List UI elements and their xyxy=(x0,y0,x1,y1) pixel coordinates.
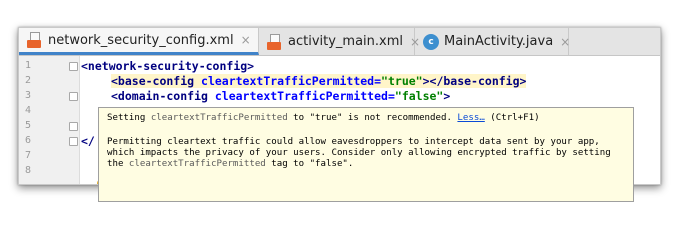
line-number: 7 xyxy=(25,150,32,161)
editor-tab-bar: network_security_config.xml × activity_m… xyxy=(19,28,660,56)
xml-attribute: cleartextTrafficPermitted xyxy=(201,74,375,88)
xml-tag: <network-security-config> xyxy=(81,59,255,73)
line-number: 1 xyxy=(25,60,32,71)
shortcut-hint: (Ctrl+F1) xyxy=(484,113,540,123)
java-class-icon: c xyxy=(423,33,439,50)
tooltip-code: cleartextTrafficPermitted xyxy=(150,113,288,123)
xml-equals: = xyxy=(374,74,382,88)
line-number: 4 xyxy=(25,105,32,116)
tooltip-paragraph-line: the cleartextTrafficPermitted tag to "fa… xyxy=(107,159,353,169)
xml-tag: <domain-config xyxy=(111,89,215,103)
tooltip-text: to "true" is not recommended. xyxy=(287,113,458,123)
xml-value: "true" xyxy=(381,74,423,88)
xml-file-icon xyxy=(267,33,283,50)
xml-equals: = xyxy=(387,89,395,103)
xml-attribute: cleartextTrafficPermitted xyxy=(214,89,388,103)
tab-label: MainActivity.java xyxy=(444,34,554,49)
code-line-3: <domain-config cleartextTrafficPermitted… xyxy=(111,89,450,103)
line-number: 8 xyxy=(25,165,32,176)
close-icon[interactable]: × xyxy=(241,33,251,47)
code-line-1: <network-security-config> xyxy=(81,59,254,73)
tab-network-security-config[interactable]: network_security_config.xml × xyxy=(19,28,259,55)
fold-icon[interactable] xyxy=(69,137,78,146)
tab-label: network_security_config.xml xyxy=(48,32,234,48)
line-number: 5 xyxy=(25,120,32,131)
xml-value: "false" xyxy=(394,89,444,103)
fold-icon[interactable] xyxy=(69,92,78,101)
less-link[interactable]: Less… xyxy=(457,113,484,123)
xml-tag: > xyxy=(443,89,451,103)
line-number-gutter: 1 2 3 4 5 6 7 8 xyxy=(19,56,80,184)
line-number: 3 xyxy=(25,90,32,101)
xml-file-icon xyxy=(27,32,43,48)
close-icon[interactable]: × xyxy=(560,35,570,49)
xml-tag: </ xyxy=(81,134,95,148)
tab-main-activity[interactable]: c MainActivity.java × xyxy=(415,28,570,55)
code-line-2: <base-config cleartextTrafficPermitted="… xyxy=(111,74,527,88)
tooltip-paragraph-line: Permitting cleartext traffic could allow… xyxy=(107,137,600,147)
tab-activity-main[interactable]: activity_main.xml × xyxy=(259,28,420,55)
tooltip-text: the xyxy=(107,159,129,169)
line-number: 6 xyxy=(25,135,32,146)
tab-label: activity_main.xml xyxy=(288,34,404,49)
tooltip-paragraph-line: which impacts the privacy of your users.… xyxy=(107,148,611,158)
code-line-6: </ xyxy=(81,134,95,148)
xml-tag: ></base-config> xyxy=(422,74,527,88)
lint-warning-tooltip: Setting cleartextTrafficPermitted to "tr… xyxy=(98,107,634,202)
line-number: 2 xyxy=(25,75,32,86)
tooltip-code: cleartextTrafficPermitted xyxy=(128,159,266,169)
tooltip-summary: Setting cleartextTrafficPermitted to "tr… xyxy=(107,113,540,123)
tooltip-text: Setting xyxy=(107,113,151,123)
fold-icon[interactable] xyxy=(69,62,78,71)
fold-icon[interactable] xyxy=(69,122,78,131)
xml-tag: <base-config xyxy=(111,74,202,88)
tooltip-text: tag to "false". xyxy=(265,159,354,169)
